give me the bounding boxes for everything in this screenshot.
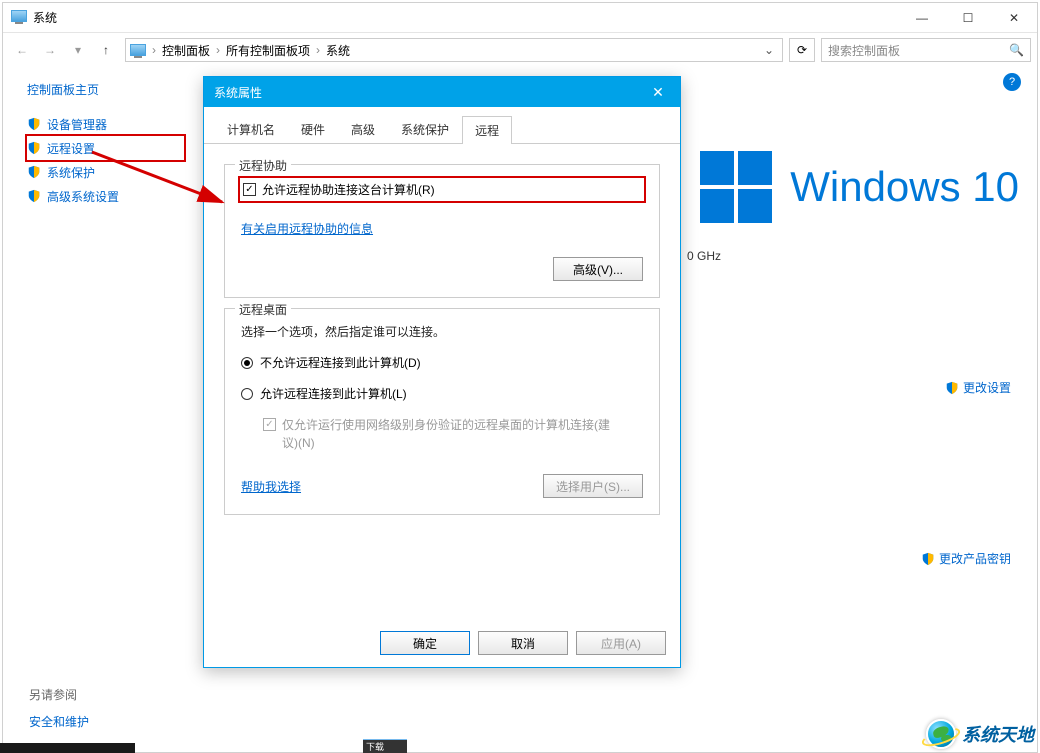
radio-allow-remote[interactable]: 允许远程连接到此计算机(L) xyxy=(241,385,643,402)
globe-icon xyxy=(926,719,956,749)
checkbox-label: 仅允许运行使用网络级别身份验证的远程桌面的计算机连接(建议)(N) xyxy=(282,416,622,452)
forward-button[interactable]: → xyxy=(37,37,63,63)
taskbar-fragment xyxy=(0,743,135,753)
shield-icon xyxy=(27,165,41,179)
search-icon: 🔍 xyxy=(1009,43,1024,57)
monitor-icon xyxy=(11,10,27,26)
group-legend: 远程协助 xyxy=(235,157,291,174)
tab-remote[interactable]: 远程 xyxy=(462,116,512,144)
sidebar: 控制面板主页 设备管理器 远程设置 系统保护 高级系统设置 xyxy=(3,67,198,752)
sidebar-item-label: 系统保护 xyxy=(47,164,95,181)
tab-advanced[interactable]: 高级 xyxy=(338,115,388,143)
taskbar-fragment-2: 下载 xyxy=(363,739,407,753)
sidebar-item-system-protection[interactable]: 系统保护 xyxy=(27,160,184,184)
checkbox-icon xyxy=(243,183,256,196)
security-maintenance-link[interactable]: 安全和维护 xyxy=(29,713,89,730)
remote-desktop-group: 远程桌面 选择一个选项，然后指定谁可以连接。 不允许远程连接到此计算机(D) 允… xyxy=(224,308,660,515)
up-button[interactable]: ↑ xyxy=(93,37,119,63)
apply-button[interactable]: 应用(A) xyxy=(576,631,666,655)
remote-assistance-group: 远程协助 允许远程协助连接这台计算机(R) 有关启用远程协助的信息 高级(V).… xyxy=(224,164,660,298)
windows-brand-text: Windows 10 xyxy=(790,163,1019,211)
shield-icon xyxy=(27,141,41,155)
help-button[interactable]: ? xyxy=(1003,73,1021,91)
checkbox-icon xyxy=(263,418,276,431)
monitor-icon xyxy=(130,44,146,56)
shield-icon xyxy=(27,117,41,131)
remote-desktop-description: 选择一个选项，然后指定谁可以连接。 xyxy=(241,323,643,340)
maximize-button[interactable]: ☐ xyxy=(945,3,991,33)
select-users-button[interactable]: 选择用户(S)... xyxy=(543,474,643,498)
advanced-button[interactable]: 高级(V)... xyxy=(553,257,643,281)
recent-button[interactable]: ▾ xyxy=(65,37,91,63)
refresh-button[interactable]: ⟳ xyxy=(789,38,815,62)
windows-logo-icon xyxy=(700,151,772,223)
ok-button[interactable]: 确定 xyxy=(380,631,470,655)
see-also-label: 另请参阅 xyxy=(29,686,89,703)
allow-remote-assistance-checkbox[interactable]: 允许远程协助连接这台计算机(R) xyxy=(241,179,643,200)
search-placeholder: 搜索控制面板 xyxy=(828,42,900,59)
sidebar-item-remote-settings[interactable]: 远程设置 xyxy=(27,136,184,160)
address-bar[interactable]: › 控制面板 › 所有控制面板项 › 系统 ⌄ xyxy=(125,38,783,62)
watermark-text: 系统天地 xyxy=(962,721,1034,747)
change-settings-link[interactable]: 更改设置 xyxy=(945,379,1011,396)
sidebar-item-label: 高级系统设置 xyxy=(47,188,119,205)
dialog-titlebar: 系统属性 ✕ xyxy=(204,77,680,107)
window-title: 系统 xyxy=(33,9,899,26)
tab-system-protection[interactable]: 系统保护 xyxy=(388,115,462,143)
radio-label: 允许远程连接到此计算机(L) xyxy=(260,385,407,402)
chevron-right-icon: › xyxy=(216,43,220,57)
shield-icon xyxy=(945,381,959,395)
breadcrumb[interactable]: 所有控制面板项 xyxy=(226,42,310,59)
change-product-key-link[interactable]: 更改产品密钥 xyxy=(921,550,1011,567)
sidebar-item-device-manager[interactable]: 设备管理器 xyxy=(27,112,184,136)
back-button[interactable]: ← xyxy=(9,37,35,63)
cpu-info-fragment: 0 GHz xyxy=(687,249,721,263)
radio-label: 不允许远程连接到此计算机(D) xyxy=(260,354,421,371)
see-also: 另请参阅 安全和维护 xyxy=(29,686,89,730)
chevron-right-icon: › xyxy=(152,43,156,57)
radio-icon xyxy=(241,357,253,369)
help-me-choose-link[interactable]: 帮助我选择 xyxy=(241,478,301,495)
tab-computer-name[interactable]: 计算机名 xyxy=(214,115,288,143)
link-label: 更改设置 xyxy=(963,379,1011,396)
remote-assistance-info-link[interactable]: 有关启用远程协助的信息 xyxy=(241,220,373,237)
minimize-button[interactable]: — xyxy=(899,3,945,33)
breadcrumb[interactable]: 控制面板 xyxy=(162,42,210,59)
tab-hardware[interactable]: 硬件 xyxy=(288,115,338,143)
system-properties-dialog: 系统属性 ✕ 计算机名 硬件 高级 系统保护 远程 远程协助 允许远程协助连接这… xyxy=(203,76,681,668)
sidebar-item-label: 设备管理器 xyxy=(47,116,107,133)
dialog-tabs: 计算机名 硬件 高级 系统保护 远程 xyxy=(204,107,680,144)
close-button[interactable]: ✕ xyxy=(991,3,1037,33)
radio-disallow-remote[interactable]: 不允许远程连接到此计算机(D) xyxy=(241,354,643,371)
watermark: 系统天地 xyxy=(926,719,1034,749)
link-label: 更改产品密钥 xyxy=(939,550,1011,567)
group-legend: 远程桌面 xyxy=(235,301,291,318)
dialog-title: 系统属性 xyxy=(214,84,262,101)
dialog-close-button[interactable]: ✕ xyxy=(646,80,670,104)
address-dropdown[interactable]: ⌄ xyxy=(760,43,778,57)
dialog-body: 远程协助 允许远程协助连接这台计算机(R) 有关启用远程协助的信息 高级(V).… xyxy=(204,144,680,515)
control-panel-home[interactable]: 控制面板主页 xyxy=(27,81,184,98)
shield-icon xyxy=(27,189,41,203)
sidebar-item-advanced-settings[interactable]: 高级系统设置 xyxy=(27,184,184,208)
toolbar: ← → ▾ ↑ › 控制面板 › 所有控制面板项 › 系统 ⌄ ⟳ 搜索控制面板… xyxy=(3,33,1037,67)
windows-logo: Windows 10 xyxy=(700,151,1019,223)
dialog-buttons: 确定 取消 应用(A) xyxy=(380,631,666,655)
shield-icon xyxy=(921,552,935,566)
checkbox-label: 允许远程协助连接这台计算机(R) xyxy=(262,181,435,198)
radio-icon xyxy=(241,388,253,400)
search-input[interactable]: 搜索控制面板 🔍 xyxy=(821,38,1031,62)
titlebar: 系统 — ☐ ✕ xyxy=(3,3,1037,33)
cancel-button[interactable]: 取消 xyxy=(478,631,568,655)
breadcrumb[interactable]: 系统 xyxy=(326,42,350,59)
chevron-right-icon: › xyxy=(316,43,320,57)
sidebar-item-label: 远程设置 xyxy=(47,140,95,157)
nla-checkbox: 仅允许运行使用网络级别身份验证的远程桌面的计算机连接(建议)(N) xyxy=(263,416,643,452)
